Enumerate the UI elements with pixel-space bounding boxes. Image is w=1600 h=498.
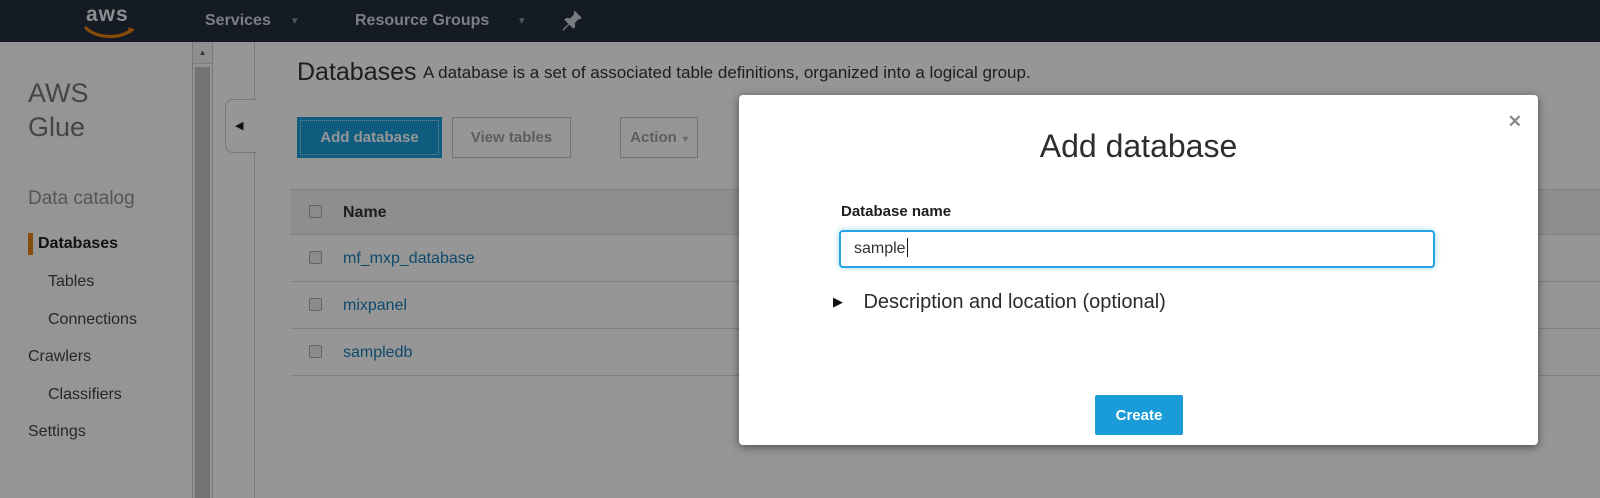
database-name-label: Database name — [841, 203, 951, 220]
description-location-label: Description and location (optional) — [863, 291, 1165, 313]
aws-glue-console: aws Services ▾ Resource Groups ▾ AWS Glu… — [0, 0, 1600, 498]
modal-title: Add database — [739, 128, 1538, 165]
add-database-modal: ✕ Add database Database name sample ▶ De… — [739, 95, 1538, 445]
description-location-toggle[interactable]: ▶ Description and location (optional) — [833, 291, 1166, 314]
text-cursor-icon — [907, 238, 908, 257]
disclosure-right-icon: ▶ — [833, 294, 843, 309]
create-button[interactable]: Create — [1095, 395, 1183, 435]
database-name-input[interactable]: sample — [839, 230, 1435, 268]
database-name-value: sample — [854, 240, 906, 257]
